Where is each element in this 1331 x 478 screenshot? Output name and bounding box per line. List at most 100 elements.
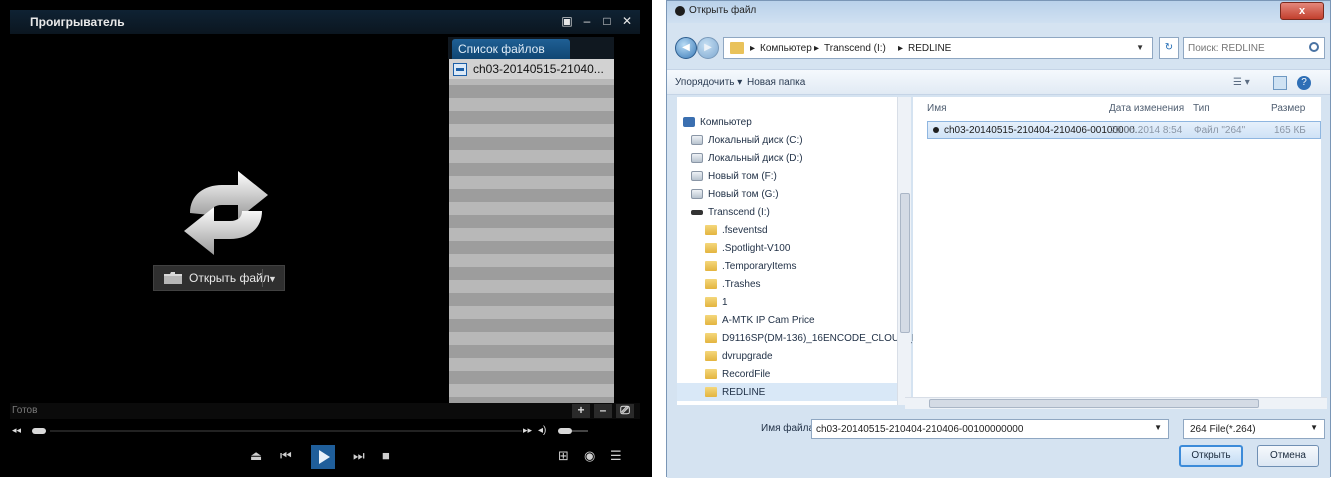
tab-file-list[interactable]: Список файлов (452, 39, 570, 59)
filename-label: Имя файла: (761, 423, 817, 434)
playlist-item[interactable]: ch03-20140515-21040... (449, 59, 614, 79)
nav-item[interactable]: Локальный диск (D:) (677, 149, 897, 167)
rewind-icon[interactable]: ◂◂ (12, 425, 21, 436)
playlist-toggle-icon[interactable]: ▣ (560, 14, 574, 28)
chevron-down-icon[interactable]: ▼ (1310, 423, 1318, 432)
nav-item[interactable]: RecordFile (677, 365, 897, 383)
dialog-toolbar: Упорядочить ▾ Новая папка ☰ ▾ ? (667, 69, 1330, 95)
navigation-pane[interactable]: Компьютер Локальный диск (C:) Локальный ди… (677, 97, 982, 405)
breadcrumb-separator-icon[interactable]: ▸ (750, 43, 755, 54)
computer-icon (683, 117, 695, 127)
filename-input[interactable]: ch03-20140515-210404-210406-00100000000 … (811, 419, 1169, 439)
new-folder-button[interactable]: Новая папка (747, 77, 805, 88)
breadcrumb-transcend[interactable]: Transcend (I:) (824, 43, 886, 54)
navigation-scrollbar[interactable] (897, 97, 911, 405)
close-button[interactable]: x (1280, 2, 1324, 20)
remove-file-button[interactable]: – (594, 404, 612, 418)
maximize-icon[interactable]: □ (600, 14, 614, 28)
preview-pane-icon[interactable] (1273, 76, 1287, 90)
previous-icon[interactable]: ⏮ (280, 448, 292, 464)
address-bar[interactable]: ▸ Компьютер ▸ Transcend (I:) ▸ REDLINE ▼ (723, 37, 1153, 59)
folder-icon (730, 42, 744, 54)
cancel-button[interactable]: Отмена (1257, 445, 1319, 467)
next-icon[interactable]: ⏭ (353, 448, 365, 464)
column-header-size[interactable]: Размер (1271, 97, 1305, 119)
nav-item[interactable]: 1 (677, 293, 897, 311)
menu-list-icon[interactable]: ☰ (610, 448, 622, 464)
snapshot-camera-icon[interactable]: ◉ (584, 448, 595, 464)
search-box[interactable] (1183, 37, 1325, 59)
search-icon[interactable] (1309, 42, 1319, 52)
breadcrumb-redline[interactable]: REDLINE (908, 43, 951, 54)
column-header-type[interactable]: Тип (1193, 97, 1210, 119)
playlist-item-name: ch03-20140515-21040... (473, 62, 604, 76)
nav-item[interactable]: Transcend (I:) (677, 203, 897, 221)
add-file-button[interactable]: + (572, 404, 590, 418)
scrollbar-thumb[interactable] (929, 399, 1259, 408)
nav-item-label: Новый том (F:) (708, 170, 777, 182)
organize-button[interactable]: Упорядочить ▾ (675, 77, 742, 88)
file-row[interactable]: ch03-20140515-210404-210406-00100000... … (927, 121, 1321, 139)
column-header-date[interactable]: Дата изменения (1109, 97, 1184, 119)
fast-forward-icon[interactable]: ▸▸ (523, 425, 532, 436)
open-file-button[interactable]: Открыть файл ▼ (153, 265, 285, 291)
nav-item[interactable]: .Trashes (677, 275, 897, 293)
transport-controls: ⏏ ⏮ ⏭ ■ ⊞ ◉ ☰ (10, 443, 640, 471)
nav-item[interactable]: .TemporaryItems (677, 257, 897, 275)
breadcrumb-separator-icon[interactable]: ▸ (814, 43, 819, 54)
breadcrumb-computer[interactable]: Компьютер (760, 43, 812, 54)
view-options-icon[interactable]: ☰ ▾ (1233, 77, 1250, 88)
nav-item[interactable]: Новый том (F:) (677, 167, 897, 185)
volume-track[interactable] (572, 430, 588, 432)
dialog-titlebar: Открыть файл x (667, 1, 1330, 23)
scrollbar-thumb[interactable] (900, 193, 910, 333)
chevron-down-icon[interactable]: ▼ (1136, 43, 1144, 52)
app-icon (675, 6, 685, 16)
player-window-buttons: ▣ – □ ✕ (560, 14, 634, 28)
eject-icon[interactable]: ⏏ (250, 448, 262, 464)
nav-item[interactable]: Локальный диск (C:) (677, 131, 897, 149)
volume-icon[interactable]: ◂) (538, 425, 546, 436)
chevron-down-icon[interactable]: ▼ (268, 274, 277, 284)
breadcrumb-separator-icon[interactable]: ▸ (898, 43, 903, 54)
nav-item[interactable]: Новый том (G:) (677, 185, 897, 203)
seek-track[interactable] (50, 430, 522, 432)
back-arrow-icon[interactable]: ◀ (675, 37, 697, 59)
stop-icon[interactable]: ■ (382, 448, 390, 463)
horizontal-scrollbar[interactable] (905, 397, 1327, 409)
column-header-name[interactable]: Имя (927, 97, 946, 119)
nav-item[interactable]: A-MTK IP Cam Price (677, 311, 897, 329)
nav-item[interactable]: dvrupgrade (677, 347, 897, 365)
file-date: 20.05.2014 8:54 (1110, 125, 1183, 136)
close-icon[interactable]: ✕ (620, 14, 634, 28)
minimize-icon[interactable]: – (580, 14, 594, 28)
open-button[interactable]: Открыть (1179, 445, 1243, 467)
nav-item[interactable]: .fseventsd (677, 221, 897, 239)
fullscreen-icon[interactable]: ⊞ (558, 448, 569, 464)
search-input[interactable] (1188, 38, 1306, 59)
clear-list-icon[interactable]: ⎚ (616, 404, 634, 418)
nav-item-label: A-MTK IP Cam Price (722, 314, 815, 326)
drive-icon (691, 135, 703, 145)
nav-item[interactable]: REDLINE (677, 383, 897, 401)
folder-icon (705, 351, 717, 361)
nav-item-label: Локальный диск (C:) (708, 134, 803, 146)
file-type-select[interactable]: 264 File(*.264) ▼ (1183, 419, 1325, 439)
nav-item[interactable]: D9116SP(DM-136)_16ENCODE_CLOUD_REDLINE_R… (677, 329, 982, 347)
nav-item-label: Локальный диск (D:) (708, 152, 803, 164)
forward-arrow-icon[interactable]: ▶ (697, 37, 719, 59)
nav-item[interactable]: Компьютер (677, 113, 897, 131)
file-list-pane[interactable]: Имя Дата изменения Тип Размер ch03-20140… (913, 97, 1321, 397)
nav-item[interactable]: .Spotlight-V100 (677, 239, 897, 257)
dialog-title: Открыть файл (689, 5, 757, 16)
play-button[interactable] (311, 445, 335, 469)
file-icon (933, 127, 939, 133)
refresh-icon[interactable]: ↻ (1159, 37, 1179, 59)
playlist[interactable]: ch03-20140515-21040... (449, 59, 614, 405)
seek-row: ◂◂ ▸▸ ◂) (10, 425, 640, 439)
seek-slider-handle[interactable] (32, 428, 46, 434)
video-area[interactable]: Открыть файл ▼ (10, 36, 447, 400)
help-icon[interactable]: ? (1297, 76, 1311, 90)
volume-slider-handle[interactable] (558, 428, 572, 434)
chevron-down-icon[interactable]: ▼ (1154, 423, 1162, 432)
